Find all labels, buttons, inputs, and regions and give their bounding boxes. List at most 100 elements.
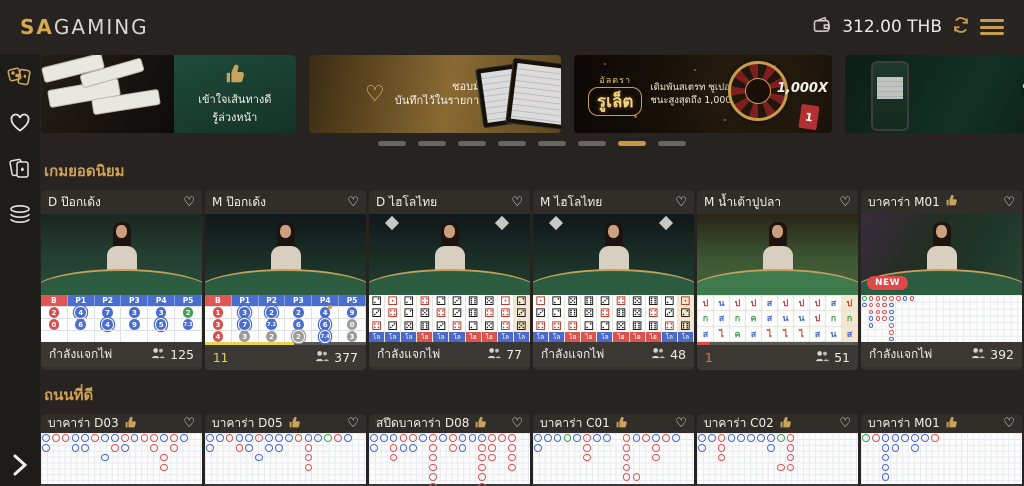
carousel-dot[interactable] — [418, 141, 446, 146]
players-icon — [487, 347, 501, 362]
favorite-heart-icon[interactable]: ♡ — [675, 196, 687, 209]
result-bubble: 3 — [129, 307, 140, 318]
carousel-dot[interactable] — [538, 141, 566, 146]
road-cell-player — [245, 434, 254, 442]
hilo-label: โล — [497, 332, 513, 342]
road-cell-banker — [583, 453, 591, 462]
road-cell-banker — [622, 463, 631, 472]
game-card[interactable]: บาคาร่า D05♡891 — [205, 414, 366, 486]
road-cell-banker — [507, 453, 516, 462]
carousel-dot-active[interactable] — [618, 141, 646, 146]
balance-area: 312.00 THB — [813, 16, 1004, 39]
banner-favorites-tip[interactable]: ♡ชอบมั้ย?บันทึกไว้ในรายการโปรดของฉัน!♥♥ — [309, 55, 561, 133]
sidebar-item-lobby[interactable] — [7, 64, 33, 90]
die-face: ⚂ — [387, 318, 398, 333]
result-bubble: 5 — [155, 319, 167, 330]
favorite-heart-icon[interactable]: ♡ — [183, 417, 195, 430]
result-bubble: 4 — [212, 331, 224, 342]
menu-icon[interactable] — [980, 19, 1004, 35]
pokdeng-cell: 9 — [121, 318, 149, 330]
symbol-tile: ส — [842, 326, 857, 341]
road-cell-banker — [478, 463, 487, 472]
game-card[interactable]: D ป๊อกเด้ง ♡ B P1 P2 P3 P4 P5 2 4 7 3 3 2 0 6 4 9 5 7.3 กำลั… — [41, 190, 202, 370]
banner-text-panel: เข้าใจเส้นทางดี รู้ล่วงหน้า — [173, 55, 296, 133]
game-card[interactable]: M ป๊อกเด้ง ♡ B P1 P2 P3 P4 P5 1 3 2 2 4 9 3 7 7.2 6 6 0 4 3 2 2… — [205, 190, 366, 370]
screenshot-rows — [510, 63, 561, 125]
favorite-heart-icon[interactable]: ♡ — [675, 417, 687, 430]
game-title: บาคาร่า D03 — [48, 416, 119, 430]
favorite-heart-icon[interactable]: ♡ — [347, 196, 359, 209]
thumbs-up-icon — [945, 416, 958, 432]
road-cell-banker — [622, 473, 631, 482]
favorite-heart-icon[interactable]: ♡ — [1003, 417, 1015, 430]
game-card[interactable]: M ไฮโลไทย ♡ ⚀ ⚂ ⚃ โล ⚁ ⚁ ⚃ โล ⚄ ⚅ ⚃ ไฮ ⚅ ⚄ ⚁ ไฮ ⚂ ⚃ ⚁ โล ⚃ ⚅ ⚄ ไฮ… — [533, 190, 694, 370]
game-title: บาคาร่า M01 — [868, 194, 940, 209]
favorite-heart-icon[interactable]: ♡ — [1003, 196, 1015, 209]
road-cell-banker — [622, 443, 631, 452]
symbol-tile: ป — [730, 296, 745, 311]
game-card[interactable]: บาคาร่า M01 ♡ NEW กำลังแจกไพ่ 392 — [861, 190, 1022, 370]
game-card[interactable]: M น้ำเต้าปูปลา ♡ ปนปปสปปปสปกสกคสนนปกกสไคสไ… — [697, 190, 858, 370]
game-card[interactable]: บาคาร่า D03♡กำลังแจกไพ่1,093 — [41, 414, 202, 486]
road-cell-banker — [786, 453, 795, 462]
carousel-dot[interactable] — [458, 141, 486, 146]
game-card[interactable]: บาคาร่า C01♡กำลังแจกไพ่975 — [533, 414, 694, 486]
road-cell-banker — [882, 309, 888, 315]
status-text: กำลังแจกไพ่ — [541, 347, 605, 361]
status-text: กำลังแจกไพ่ — [377, 347, 441, 361]
game-card-header: บาคาร่า D05 ♡ — [205, 414, 366, 433]
carousel-dot[interactable] — [658, 141, 686, 146]
result-bubble: 6 — [293, 319, 304, 330]
game-card[interactable]: บาคาร่า M01♡กำลังแจกไพ่942 — [861, 414, 1022, 486]
pokdeng-cell: 2 — [41, 306, 68, 318]
sidebar-item-favorites[interactable] — [7, 110, 33, 136]
banner-roads-tip[interactable]: เข้าใจเส้นทางดี รู้ล่วงหน้า — [41, 55, 296, 133]
hilo-label: โล — [433, 332, 449, 342]
result-bubble: 2 — [293, 307, 304, 318]
game-card[interactable]: สปีดบาคาร่า D08♡กำลังแจกไพ่1,060 — [369, 414, 530, 486]
game-card-header: M ป๊อกเด้ง ♡ — [205, 190, 366, 214]
sidebar-item-tables[interactable] — [7, 202, 33, 228]
carousel-dot[interactable] — [578, 141, 606, 146]
multiplier-badge: 1,000X — [776, 81, 828, 96]
symbol-row: ปนปปสปปปสป — [698, 296, 857, 311]
road-cell-player — [42, 434, 50, 442]
table-edge — [533, 269, 694, 295]
sidebar-item-cards[interactable] — [7, 156, 33, 182]
game-card[interactable]: บาคาร่า C02♡978 — [697, 414, 858, 486]
game-card[interactable]: D ไฮโลไทย ♡ ⚁ ⚂ ⚃ โล ⚀ ⚃ ⚂ โล ⚁ ⚁ ⚄ โล ⚃ ⚄ ⚅ ไฮ ⚁ ⚃ ⚂ โล ⚂ ⚂ ⚃ โล… — [369, 190, 530, 370]
favorite-heart-icon[interactable]: ♡ — [839, 196, 851, 209]
roulette-logo: อัลตรา รูเล็ต — [588, 73, 643, 116]
dealer-video-thumbnail — [205, 214, 366, 295]
road-cell-tie — [776, 434, 785, 442]
game-title: บาคาร่า C02 — [704, 416, 774, 430]
road-cell-banker — [875, 302, 881, 308]
favorite-heart-icon[interactable]: ♡ — [839, 417, 851, 430]
road-cell-player — [891, 443, 900, 452]
pokdeng-header-row: B P1 P2 P3 P4 P5 — [205, 295, 366, 306]
favorite-heart-icon[interactable]: ♡ — [511, 417, 523, 430]
carousel-dot[interactable] — [378, 141, 406, 146]
carousel-dot[interactable] — [498, 141, 526, 146]
road-cell-player — [889, 336, 894, 342]
pokdeng-cell: 7.2 — [258, 318, 286, 330]
banner-ultra-roulette[interactable]: อัลตรา รูเล็ต เดิมพันสเตรท ซูเปอร์ชาร์จ! ชน… — [574, 55, 832, 133]
favorite-heart-icon[interactable]: ♡ — [183, 196, 195, 209]
road-cell-player — [911, 434, 919, 442]
road-cell-player — [881, 443, 890, 452]
banner-namtao[interactable]: น้ำเต้โชคด — [845, 55, 1024, 133]
result-bubble: 2 — [266, 307, 277, 318]
expand-sidebar-button[interactable] — [0, 448, 40, 482]
result-bubble: 6 — [75, 319, 86, 330]
road-cell-banker — [304, 463, 313, 472]
road-cell-banker — [717, 453, 726, 462]
road-cell-player — [766, 443, 775, 452]
hilo-label: โล — [401, 332, 417, 342]
game-card-header: บาคาร่า C01 ♡ — [533, 414, 694, 433]
symbol-tile: ป — [810, 311, 825, 326]
refresh-icon[interactable] — [952, 16, 970, 39]
favorite-heart-icon[interactable]: ♡ — [347, 417, 359, 430]
road-cell-player — [868, 323, 874, 328]
favorite-heart-icon[interactable]: ♡ — [511, 196, 523, 209]
road-cell-player — [399, 443, 408, 452]
